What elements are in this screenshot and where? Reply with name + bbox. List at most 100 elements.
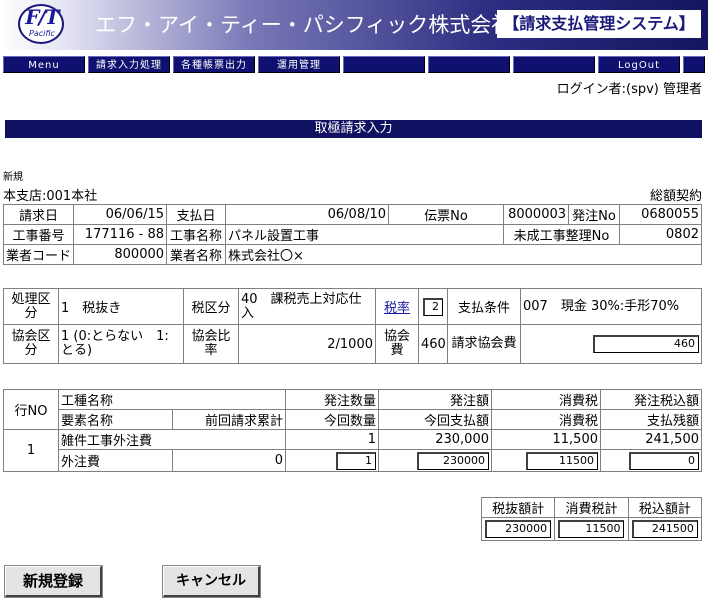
col-order-total: 発注税込額 — [600, 389, 702, 410]
col-prev-total: 前回請求累計 — [171, 409, 286, 430]
col-cur-pay: 今回支払額 — [378, 409, 492, 430]
row-cur-qty-cell: 1 — [285, 449, 379, 472]
assoc-fee-value: 460 — [418, 324, 448, 364]
order-no: 0680055 — [619, 204, 702, 225]
row-element: 外注費 — [58, 449, 173, 472]
logo-subtext: Pacific — [29, 29, 55, 38]
tax-rate-input[interactable]: 2 — [423, 297, 443, 316]
slip-no: 8000003 — [503, 204, 570, 225]
invoice-info-table: 請求日 06/06/15 支払日 06/08/10 伝票No 8000003 発… — [2, 204, 702, 265]
row-tax: 11,500 — [491, 429, 601, 450]
table-row: 外注費 0 1 230000 11500 0 — [4, 449, 702, 472]
company-name: エフ・アイ・ティー・パシフィック株式会社 — [95, 13, 513, 37]
total-tax-label: 消費税計 — [554, 496, 629, 519]
tax-class-value: 40 課税売上対応仕入 — [238, 287, 376, 326]
assoc-class-label: 協会区分 — [3, 324, 59, 364]
slip-no-label: 伝票No — [388, 204, 505, 225]
row-order-qty: 1 — [285, 429, 379, 450]
total-excl-input[interactable]: 230000 — [485, 520, 552, 539]
assoc-ratio-label: 協会比率 — [183, 324, 239, 364]
menu-operations[interactable]: 運用管理 — [258, 56, 340, 73]
logo-text: F/T — [25, 5, 59, 29]
totals-table: 税抜額計 消費税計 税込額計 230000 11500 241500 — [480, 496, 703, 541]
work-no-label: 工事番号 — [2, 224, 75, 245]
menu-reports[interactable]: 各種帳票出力 — [173, 56, 255, 73]
menu-button[interactable]: Menu — [3, 56, 85, 73]
total-incl-cell: 241500 — [627, 517, 703, 541]
billing-assoc-fee-cell: 460 — [520, 324, 702, 364]
tax-rate-link[interactable]: 税率 — [375, 287, 419, 326]
row-cur-tax-cell: 11500 — [491, 449, 601, 472]
cur-qty-input[interactable]: 1 — [336, 451, 376, 470]
system-name: 【請求支払管理システム】 — [497, 10, 701, 38]
row-prev-total: 0 — [171, 449, 286, 472]
col-cur-qty: 今回数量 — [285, 409, 379, 430]
proc-class-label: 処理区分 — [3, 287, 59, 326]
work-name-label: 工事名称 — [166, 224, 227, 245]
logout-button[interactable]: LogOut — [598, 56, 680, 73]
total-incl-label: 税込額計 — [627, 496, 703, 519]
cancel-button[interactable]: キャンセル — [162, 565, 261, 598]
login-user: ログイン者:(spv) 管理者 — [556, 82, 702, 97]
cur-tax-input[interactable]: 11500 — [526, 451, 598, 470]
billing-assoc-fee-label: 請求協会費 — [447, 324, 521, 364]
col-work-type: 工種名称 — [58, 389, 286, 410]
payment-date: 06/08/10 — [225, 204, 390, 225]
total-tax-input[interactable]: 11500 — [558, 520, 625, 539]
work-no: 177116 - 88 — [73, 224, 168, 245]
cur-pay-input[interactable]: 230000 — [417, 451, 489, 470]
mode-label: 新規 — [3, 172, 23, 183]
page-title: 取極請求入力 — [5, 120, 702, 138]
billing-assoc-fee-input[interactable]: 460 — [593, 335, 699, 354]
menu-blank-4 — [683, 56, 705, 73]
menu-blank-3 — [513, 56, 595, 73]
row-work-type: 雑件工事外注費 — [58, 429, 286, 450]
payment-date-label: 支払日 — [166, 204, 227, 225]
total-excl-cell: 230000 — [480, 517, 556, 541]
tax-settings-table: 処理区分 1 税抜き 税区分 40 課税売上対応仕入 税率 2 支払条件 007… — [3, 287, 702, 364]
vendor-name-label: 業者名称 — [166, 244, 227, 265]
tax-rate-cell: 2 — [418, 287, 448, 326]
branch-label: 本支店:001本社 — [3, 189, 98, 204]
table-row: 1 雑件工事外注費 1 230,000 11,500 241,500 — [3, 429, 702, 472]
col-element: 要素名称 — [58, 409, 173, 430]
total-incl-input[interactable]: 241500 — [631, 520, 698, 539]
contract-type: 総額契約 — [649, 189, 702, 204]
payment-terms-label: 支払条件 — [447, 287, 521, 326]
billing-date: 06/06/15 — [73, 204, 168, 225]
total-tax-cell: 11500 — [554, 517, 629, 541]
col-tax: 消費税 — [491, 389, 601, 410]
menu-blank-1 — [343, 56, 425, 73]
row-order-amount: 230,000 — [378, 429, 492, 450]
col-cur-tax: 消費税 — [491, 409, 601, 430]
proc-class-value: 1 税抜き — [58, 287, 184, 326]
menu-blank-2 — [428, 56, 510, 73]
payment-terms-value: 007 現金 30%:手形70% — [520, 287, 702, 326]
assoc-fee-label: 協会費 — [375, 324, 419, 364]
tax-rate-label[interactable]: 税率 — [384, 301, 410, 316]
register-button[interactable]: 新規登録 — [4, 565, 103, 598]
vendor-name: 株式会社〇× — [225, 244, 702, 265]
assoc-class-value: 1 (0:とらない 1:とる) — [58, 324, 184, 364]
col-order-qty: 発注数量 — [285, 389, 379, 410]
detail-table: 行NO 工種名称 発注数量 発注額 消費税 発注税込額 要素名称 前回請求累計 … — [3, 389, 702, 472]
row-order-total: 241,500 — [600, 429, 702, 450]
col-row-no: 行NO — [3, 389, 59, 430]
col-balance: 支払残額 — [600, 409, 702, 430]
assoc-ratio-value: 2/1000 — [238, 324, 376, 364]
balance-input[interactable]: 0 — [629, 451, 699, 470]
menu-billing-input[interactable]: 請求入力処理 — [88, 56, 170, 73]
vendor-code: 800000 — [73, 244, 168, 265]
total-excl-label: 税抜額計 — [480, 496, 556, 519]
order-no-label: 発注No — [568, 204, 621, 225]
vendor-code-label: 業者コード — [2, 244, 75, 265]
unfinished-no-label: 未成工事整理No — [503, 224, 621, 245]
unfinished-no: 0802 — [619, 224, 702, 245]
row-cur-pay-cell: 230000 — [378, 449, 492, 472]
row-no: 1 — [3, 429, 59, 472]
tax-class-label: 税区分 — [183, 287, 239, 326]
row-balance-cell: 0 — [600, 449, 702, 472]
col-order-amount: 発注額 — [378, 389, 492, 410]
work-name: パネル設置工事 — [225, 224, 505, 245]
billing-date-label: 請求日 — [2, 204, 75, 225]
